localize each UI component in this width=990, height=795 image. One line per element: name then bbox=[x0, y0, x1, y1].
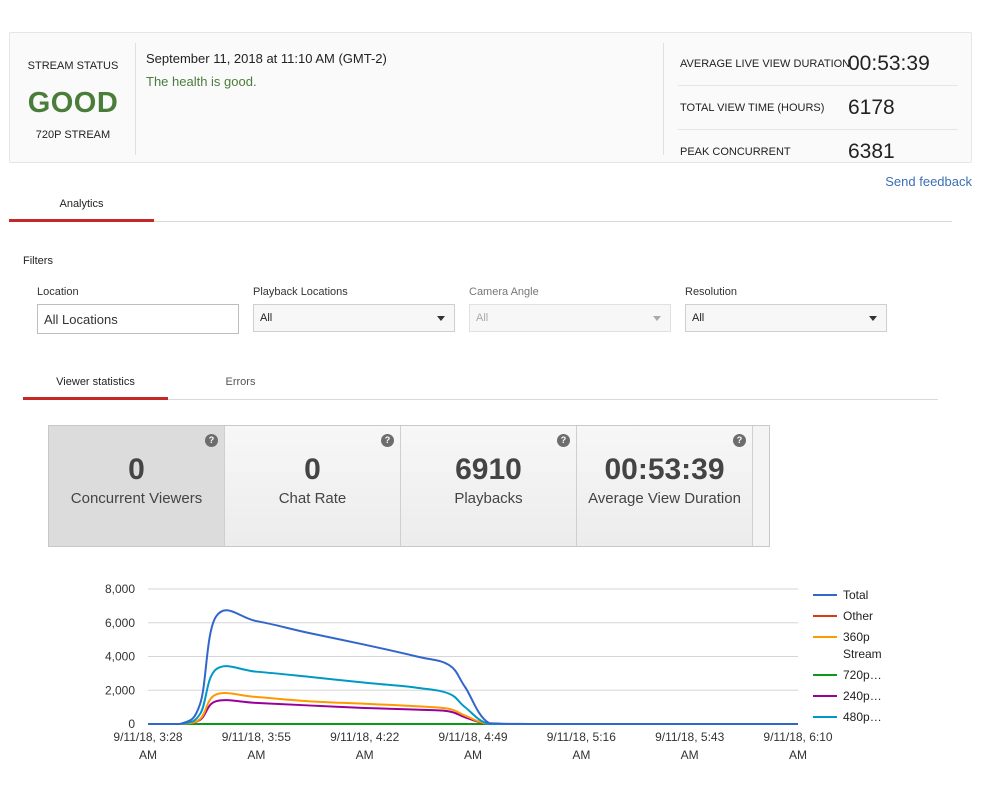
chevron-down-icon bbox=[869, 316, 877, 321]
stat-value: 6910 bbox=[455, 453, 522, 486]
x-tick-label-ampm: AM bbox=[681, 748, 699, 762]
legend-label: Stream bbox=[843, 647, 882, 661]
stat-value: 0 bbox=[304, 453, 321, 486]
metric-label: PEAK CONCURRENT bbox=[680, 146, 791, 158]
legend-label: Total bbox=[843, 588, 868, 602]
help-icon[interactable]: ? bbox=[381, 434, 394, 447]
tab-viewer-statistics[interactable]: Viewer statistics bbox=[23, 366, 168, 400]
x-tick-label: 9/11/18, 6:10 bbox=[763, 730, 832, 744]
stat-label: Average View Duration bbox=[588, 490, 741, 507]
x-tick-label: 9/11/18, 3:28 bbox=[113, 730, 182, 744]
legend-label: 240p… bbox=[843, 689, 882, 703]
stream-health-message: The health is good. bbox=[146, 74, 257, 89]
stat-card-average-view-duration[interactable]: ? 00:53:39 Average View Duration bbox=[577, 426, 753, 546]
stream-quality-label: 720P STREAM bbox=[35, 129, 111, 141]
legend-label: 720p… bbox=[843, 668, 882, 682]
legend-label: Other bbox=[843, 609, 873, 623]
stat-card-playbacks[interactable]: ? 6910 Playbacks bbox=[401, 426, 577, 546]
tab-analytics[interactable]: Analytics bbox=[9, 186, 154, 222]
playback-locations-value: All bbox=[260, 312, 273, 324]
stat-label: Playbacks bbox=[454, 490, 523, 507]
y-tick-label: 4,000 bbox=[105, 650, 135, 664]
location-input[interactable] bbox=[37, 304, 239, 334]
metric-value: 00:53:39 bbox=[848, 52, 930, 75]
stream-status-label: STREAM STATUS bbox=[27, 60, 119, 72]
x-tick-label-ampm: AM bbox=[139, 748, 157, 762]
location-label: Location bbox=[37, 286, 79, 298]
metric-value: 6381 bbox=[848, 140, 895, 163]
stat-card-chat-rate[interactable]: ? 0 Chat Rate bbox=[225, 426, 401, 546]
stream-status-panel: STREAM STATUS GOOD 720P STREAM bbox=[10, 43, 136, 155]
help-icon[interactable]: ? bbox=[205, 434, 218, 447]
x-tick-label-ampm: AM bbox=[464, 748, 482, 762]
series-line-360p-stream bbox=[147, 692, 798, 725]
stat-value: 0 bbox=[128, 453, 145, 486]
stream-date: September 11, 2018 at 11:10 AM (GMT-2) bbox=[146, 51, 387, 66]
x-tick-label: 9/11/18, 5:16 bbox=[547, 730, 616, 744]
resolution-select[interactable]: All bbox=[685, 304, 887, 332]
x-tick-label-ampm: AM bbox=[572, 748, 590, 762]
viewer-subtabbar: Viewer statistics Errors bbox=[23, 366, 938, 400]
viewer-line-chart: 0 2,000 4,000 6,000 8,000 9/11/18, 3:28 AM 9/11… bbox=[105, 582, 882, 762]
metric-avg-live-view-duration: AVERAGE LIVE VIEW DURATION 00:53:39 bbox=[678, 43, 958, 86]
stat-cards: ? 0 Concurrent Viewers ? 0 Chat Rate ? 6… bbox=[48, 425, 770, 547]
x-tick-label-ampm: AM bbox=[789, 748, 807, 762]
camera-angle-select: All bbox=[469, 304, 671, 332]
resolution-label: Resolution bbox=[685, 286, 737, 298]
help-icon[interactable]: ? bbox=[557, 434, 570, 447]
camera-angle-label: Camera Angle bbox=[469, 286, 539, 298]
chevron-down-icon bbox=[653, 316, 661, 321]
series-line-total bbox=[147, 609, 798, 725]
stream-metrics: AVERAGE LIVE VIEW DURATION 00:53:39 TOTA… bbox=[663, 43, 968, 163]
metric-value: 6178 bbox=[848, 96, 895, 119]
stream-status-card: STREAM STATUS GOOD 720P STREAM September… bbox=[9, 32, 972, 163]
chevron-down-icon bbox=[437, 316, 445, 321]
y-tick-label: 2,000 bbox=[105, 683, 135, 697]
legend-label: 360p bbox=[843, 630, 870, 644]
x-tick-label: 9/11/18, 3:55 bbox=[222, 730, 291, 744]
main-tabbar: Analytics bbox=[9, 186, 952, 222]
tab-errors[interactable]: Errors bbox=[168, 366, 313, 400]
filters-title: Filters bbox=[23, 255, 53, 267]
stat-value: 00:53:39 bbox=[604, 453, 725, 486]
playback-locations-select[interactable]: All bbox=[253, 304, 455, 332]
x-tick-label: 9/11/18, 4:49 bbox=[438, 730, 507, 744]
help-icon[interactable]: ? bbox=[733, 434, 746, 447]
stat-label: Concurrent Viewers bbox=[70, 490, 203, 507]
legend-label: 480p… bbox=[843, 710, 882, 724]
stat-card-concurrent-viewers[interactable]: ? 0 Concurrent Viewers bbox=[49, 426, 225, 546]
x-tick-label-ampm: AM bbox=[247, 748, 265, 762]
y-tick-label: 0 bbox=[128, 717, 135, 731]
y-tick-label: 6,000 bbox=[105, 616, 135, 630]
metric-label: TOTAL VIEW TIME (HOURS) bbox=[680, 102, 825, 114]
camera-angle-value: All bbox=[476, 312, 489, 324]
resolution-value: All bbox=[692, 312, 705, 324]
metric-label: AVERAGE LIVE VIEW DURATION bbox=[680, 58, 851, 70]
metric-total-view-time: TOTAL VIEW TIME (HOURS) 6178 bbox=[678, 87, 958, 130]
playback-locations-label: Playback Locations bbox=[253, 286, 348, 298]
stat-label: Chat Rate bbox=[278, 490, 347, 507]
y-tick-label: 8,000 bbox=[105, 582, 135, 596]
stream-status-value: GOOD bbox=[27, 87, 119, 119]
x-tick-label: 9/11/18, 4:22 bbox=[330, 730, 399, 744]
x-tick-label: 9/11/18, 5:43 bbox=[655, 730, 724, 744]
metric-peak-concurrent: PEAK CONCURRENT 6381 bbox=[678, 131, 958, 173]
x-tick-label-ampm: AM bbox=[356, 748, 374, 762]
